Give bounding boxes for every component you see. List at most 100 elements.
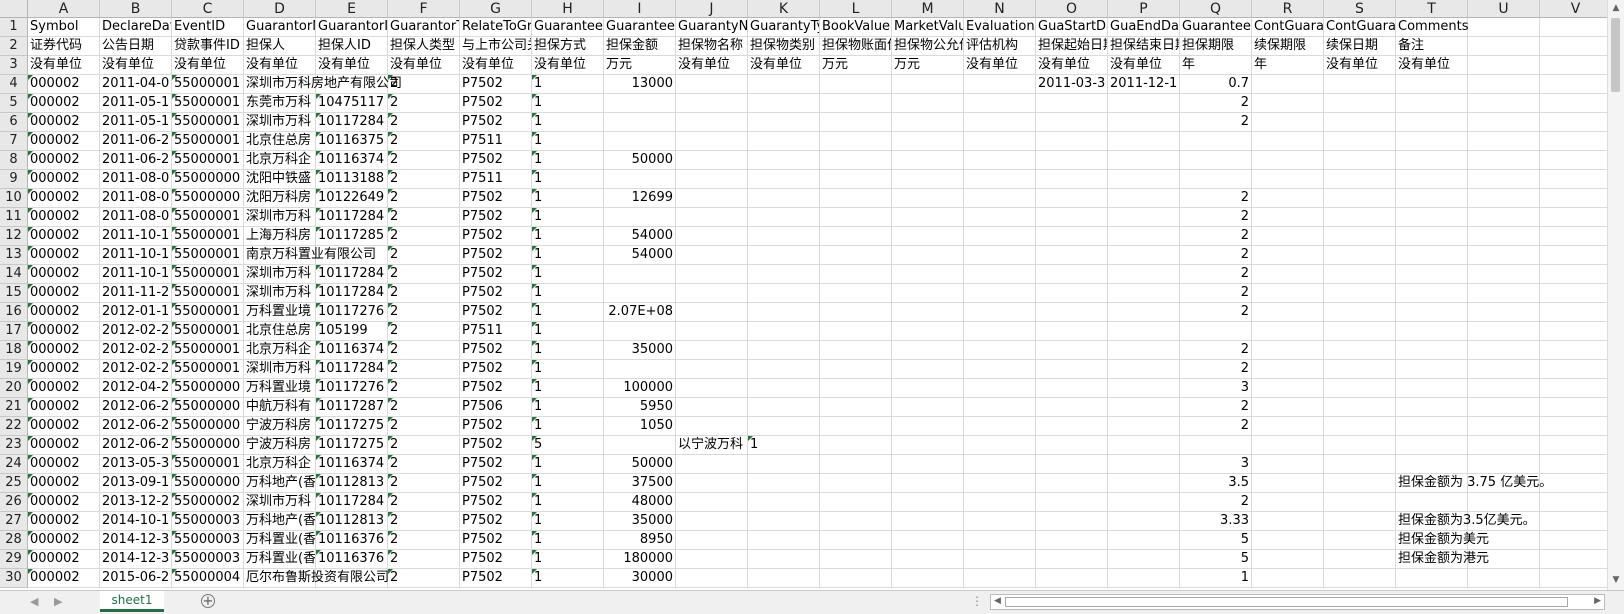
table-cell[interactable]: 55000001 xyxy=(172,113,244,132)
table-cell[interactable]: 2013-12-2 xyxy=(100,493,172,512)
table-cell[interactable]: 55000000 xyxy=(172,474,244,493)
table-cell[interactable]: 50000 xyxy=(604,455,676,474)
table-cell[interactable] xyxy=(1036,360,1108,379)
table-cell[interactable]: P7502 xyxy=(460,417,532,436)
row-header[interactable]: 17 xyxy=(0,322,28,341)
table-cell[interactable] xyxy=(964,113,1036,132)
table-cell[interactable] xyxy=(1396,303,1468,322)
table-cell[interactable] xyxy=(1540,75,1612,94)
column-header[interactable]: E xyxy=(316,0,388,18)
table-cell[interactable] xyxy=(820,170,892,189)
table-cell[interactable] xyxy=(1036,417,1108,436)
table-cell[interactable] xyxy=(820,569,892,588)
table-cell[interactable] xyxy=(1108,151,1180,170)
table-cell[interactable] xyxy=(1036,94,1108,113)
sheet-tab[interactable]: sheet1 xyxy=(100,591,164,612)
table-cell[interactable]: Comments xyxy=(1396,18,1468,37)
table-cell[interactable] xyxy=(892,455,964,474)
table-cell[interactable] xyxy=(1468,246,1540,265)
table-cell[interactable] xyxy=(892,379,964,398)
table-cell[interactable]: P7502 xyxy=(460,189,532,208)
table-cell[interactable]: 2012-04-2 xyxy=(100,379,172,398)
table-cell[interactable] xyxy=(1540,493,1612,512)
table-cell[interactable] xyxy=(892,208,964,227)
table-cell[interactable] xyxy=(1468,436,1540,455)
table-cell[interactable]: EvaluationAgency xyxy=(964,18,1036,37)
table-cell[interactable]: 2 xyxy=(388,455,460,474)
table-cell[interactable] xyxy=(1324,151,1396,170)
table-cell[interactable]: 2 xyxy=(1180,284,1252,303)
table-cell[interactable] xyxy=(1540,455,1612,474)
table-cell[interactable] xyxy=(820,208,892,227)
table-cell[interactable]: 12699 xyxy=(604,189,676,208)
table-cell[interactable] xyxy=(892,75,964,94)
table-cell[interactable] xyxy=(1324,303,1396,322)
table-cell[interactable] xyxy=(748,151,820,170)
table-cell[interactable]: 2 xyxy=(1180,246,1252,265)
table-cell[interactable] xyxy=(1252,94,1324,113)
row-header[interactable]: 28 xyxy=(0,531,28,550)
table-cell[interactable] xyxy=(748,208,820,227)
table-cell[interactable]: 55000000 xyxy=(172,189,244,208)
table-cell[interactable] xyxy=(820,455,892,474)
table-cell[interactable] xyxy=(1540,151,1612,170)
table-cell[interactable] xyxy=(1540,265,1612,284)
table-cell[interactable] xyxy=(892,569,964,588)
table-cell[interactable]: 10116376 xyxy=(316,531,388,550)
table-cell[interactable]: 2014-12-3 xyxy=(100,531,172,550)
table-cell[interactable]: P7502 xyxy=(460,474,532,493)
table-cell[interactable]: 000002 xyxy=(28,436,100,455)
table-cell[interactable] xyxy=(1396,341,1468,360)
table-cell[interactable] xyxy=(1252,322,1324,341)
table-cell[interactable] xyxy=(604,94,676,113)
column-header[interactable]: P xyxy=(1108,0,1180,18)
table-cell[interactable]: 10116376 xyxy=(316,550,388,569)
table-cell[interactable]: 2012-01-1 xyxy=(100,303,172,322)
table-cell[interactable]: P7502 xyxy=(460,151,532,170)
table-cell[interactable]: 1 xyxy=(1180,569,1252,588)
table-cell[interactable] xyxy=(1108,436,1180,455)
table-cell[interactable]: 万科置业(香 xyxy=(244,531,316,550)
table-cell[interactable]: 没有单位 xyxy=(460,56,532,75)
table-cell[interactable]: 1 xyxy=(532,284,604,303)
table-cell[interactable]: 上海万科房 xyxy=(244,227,316,246)
table-cell[interactable]: P7502 xyxy=(460,569,532,588)
column-header[interactable]: N xyxy=(964,0,1036,18)
table-cell[interactable] xyxy=(820,474,892,493)
table-cell[interactable] xyxy=(1396,208,1468,227)
table-cell[interactable]: 2012-06-2 xyxy=(100,436,172,455)
table-cell[interactable]: 55000001 xyxy=(172,322,244,341)
table-cell[interactable]: 000002 xyxy=(28,284,100,303)
table-cell[interactable]: 担保物名称 xyxy=(676,37,748,56)
table-cell[interactable]: GuarantorName xyxy=(244,18,316,37)
table-cell[interactable] xyxy=(1468,265,1540,284)
table-cell[interactable] xyxy=(1324,493,1396,512)
scroll-left-icon[interactable]: ◀ xyxy=(994,596,1001,606)
table-cell[interactable]: 55000000 xyxy=(172,398,244,417)
table-cell[interactable]: 担保金额为美元 xyxy=(1396,531,1489,550)
table-cell[interactable]: BookValue xyxy=(820,18,892,37)
table-cell[interactable] xyxy=(748,189,820,208)
table-cell[interactable]: 没有单位 xyxy=(28,56,100,75)
table-cell[interactable]: 10117275 xyxy=(316,436,388,455)
table-cell[interactable] xyxy=(1468,208,1540,227)
table-cell[interactable] xyxy=(1324,113,1396,132)
table-cell[interactable]: P7502 xyxy=(460,550,532,569)
table-cell[interactable] xyxy=(604,436,676,455)
table-cell[interactable] xyxy=(1036,474,1108,493)
table-cell[interactable] xyxy=(820,512,892,531)
table-cell[interactable]: P7502 xyxy=(460,455,532,474)
table-cell[interactable]: 3 xyxy=(1180,455,1252,474)
table-cell[interactable]: 10112813 xyxy=(316,512,388,531)
table-cell[interactable] xyxy=(1324,512,1396,531)
table-cell[interactable]: 5 xyxy=(1180,531,1252,550)
table-cell[interactable] xyxy=(676,379,748,398)
table-cell[interactable] xyxy=(676,284,748,303)
table-cell[interactable]: P7511 xyxy=(460,170,532,189)
table-cell[interactable]: 55000001 xyxy=(172,151,244,170)
table-cell[interactable] xyxy=(676,360,748,379)
table-cell[interactable] xyxy=(892,151,964,170)
row-header[interactable]: 26 xyxy=(0,493,28,512)
table-cell[interactable] xyxy=(1036,455,1108,474)
table-cell[interactable] xyxy=(1396,151,1468,170)
